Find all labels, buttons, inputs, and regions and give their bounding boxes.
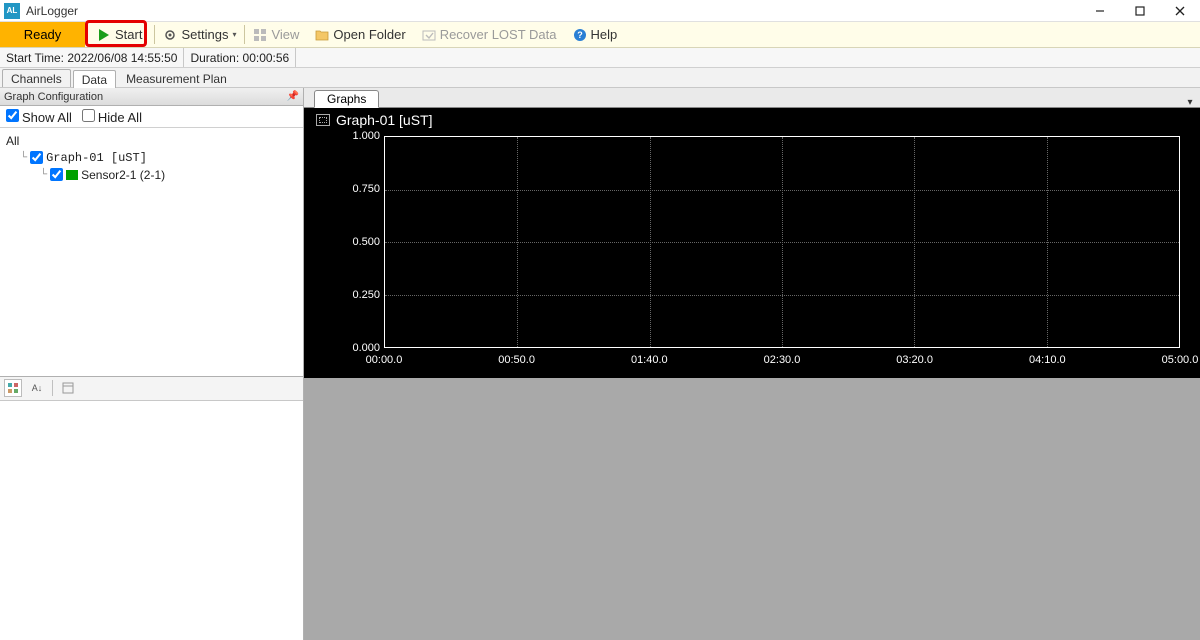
x-tick: 00:00.0 [366, 354, 403, 366]
gear-icon [163, 28, 177, 42]
app-title: AirLogger [26, 4, 1080, 18]
window-titlebar: AL AirLogger [0, 0, 1200, 22]
tab-measurement-plan[interactable]: Measurement Plan [118, 69, 235, 87]
sensor-color-swatch [66, 170, 78, 180]
open-folder-button[interactable]: Open Folder [307, 22, 413, 47]
sensor-checkbox[interactable] [50, 168, 63, 181]
chevron-down-icon: ▾ [232, 30, 236, 39]
x-tick: 03:20.0 [896, 354, 933, 366]
x-tick: 04:10.0 [1029, 354, 1066, 366]
app-icon: AL [4, 3, 20, 19]
tree-graph-node[interactable]: └ Graph-01 [uST] [6, 149, 297, 166]
tab-data[interactable]: Data [73, 70, 116, 88]
graph-config-title: Graph Configuration [4, 91, 103, 103]
x-tick: 05:00.0 [1162, 354, 1199, 366]
tree-root[interactable]: All [6, 132, 297, 149]
start-time-value: 2022/06/08 14:55:50 [67, 51, 177, 65]
start-time-cell: Start Time: 2022/06/08 14:55:50 [0, 48, 184, 67]
y-tick: 0.250 [352, 289, 380, 301]
plot-region[interactable] [384, 136, 1180, 348]
start-time-label: Start Time: [6, 51, 64, 65]
left-panel: Graph Configuration 📌 Show All Hide All … [0, 88, 304, 640]
graph-checkbox[interactable] [30, 151, 43, 164]
start-label: Start [115, 27, 142, 42]
property-toolbar: A↓ [0, 377, 303, 401]
y-tick: 0.750 [352, 183, 380, 195]
close-button[interactable] [1160, 0, 1200, 22]
tab-channels[interactable]: Channels [2, 69, 71, 87]
pin-icon[interactable]: 📌 [287, 91, 299, 102]
hide-all-checkbox[interactable]: Hide All [82, 109, 142, 125]
graph-icon [316, 114, 330, 126]
categorized-button[interactable] [4, 379, 22, 397]
recover-label: Recover LOST Data [440, 27, 557, 42]
open-folder-label: Open Folder [333, 27, 405, 42]
info-bar: Start Time: 2022/06/08 14:55:50 Duration… [0, 48, 1200, 68]
main-toolbar: Ready Start Settings ▾ View Open Folder … [0, 22, 1200, 48]
graph-tree[interactable]: All └ Graph-01 [uST] └ Sensor2-1 (2-1) [0, 128, 303, 377]
status-indicator: Ready [0, 22, 85, 47]
recover-button[interactable]: Recover LOST Data [414, 22, 565, 47]
svg-text:?: ? [577, 30, 583, 40]
x-tick: 00:50.0 [498, 354, 535, 366]
graph-tab-row: Graphs ▾ [304, 88, 1200, 108]
property-pages-button[interactable] [59, 379, 77, 397]
duration-cell: Duration: 00:00:56 [184, 48, 296, 67]
view-button[interactable]: View [245, 22, 307, 47]
tree-connector-icon: └ [40, 169, 47, 180]
y-tick: 1.000 [352, 130, 380, 142]
y-tick: 0.500 [352, 236, 380, 248]
property-grid[interactable] [0, 401, 303, 640]
graph-area[interactable]: Graph-01 [uST] 1.000 0.750 0.500 0.250 0… [304, 108, 1200, 378]
minimize-button[interactable] [1080, 0, 1120, 22]
start-button[interactable]: Start [85, 22, 154, 47]
folder-icon [315, 28, 329, 42]
graph-title: Graph-01 [uST] [316, 112, 433, 128]
settings-button[interactable]: Settings ▾ [155, 22, 244, 47]
tab-graphs[interactable]: Graphs [314, 90, 379, 108]
tree-sensor-node[interactable]: └ Sensor2-1 (2-1) [6, 166, 297, 183]
help-icon: ? [573, 28, 587, 42]
graph-config-header: Graph Configuration 📌 [0, 88, 303, 106]
visibility-controls: Show All Hide All [0, 106, 303, 128]
x-tick: 02:30.0 [764, 354, 801, 366]
play-icon [97, 28, 111, 42]
alphabetical-button[interactable]: A↓ [28, 379, 46, 397]
grid-icon [253, 28, 267, 42]
panel-tabs: Channels Data Measurement Plan [0, 68, 1200, 88]
y-tick: 0.000 [352, 342, 380, 354]
right-panel: Graphs ▾ Graph-01 [uST] 1.000 [304, 88, 1200, 640]
duration-label: Duration: [190, 51, 239, 65]
settings-label: Settings [181, 27, 228, 42]
help-button[interactable]: ? Help [565, 22, 626, 47]
view-label: View [271, 27, 299, 42]
show-all-checkbox[interactable]: Show All [6, 109, 72, 125]
tree-connector-icon: └ [20, 152, 27, 163]
x-tick: 01:40.0 [631, 354, 668, 366]
help-label: Help [591, 27, 618, 42]
recover-icon [422, 28, 436, 42]
duration-value: 00:00:56 [243, 51, 290, 65]
graph-tab-dropdown[interactable]: ▾ [1184, 97, 1200, 108]
maximize-button[interactable] [1120, 0, 1160, 22]
